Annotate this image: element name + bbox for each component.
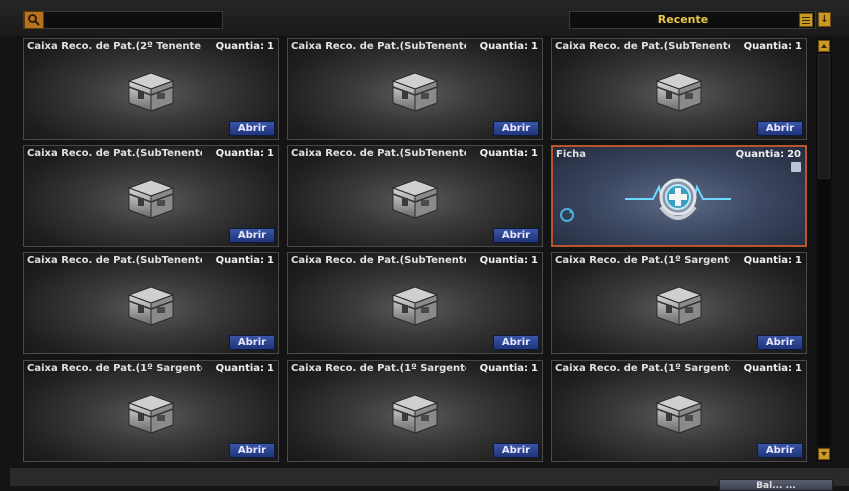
item-quantity: Quantia: 1 [216, 41, 274, 53]
item-name: Caixa Reco. de Pat.(1º Sargento [555, 363, 730, 374]
search-icon[interactable] [24, 11, 44, 29]
inventory-card[interactable]: Caixa Reco. de Pat.(1º Sargento Quantia: 1… [23, 360, 279, 462]
item-name: Caixa Reco. de Pat.(SubTenente [555, 41, 730, 52]
item-name: Caixa Reco. de Pat.(2º Tenente [27, 41, 202, 52]
quantity-label: Quantia: [743, 255, 793, 266]
quantity-label: Quantia: [479, 41, 529, 52]
open-button[interactable]: Abrir [493, 121, 539, 136]
inventory-card[interactable]: Caixa Reco. de Pat.(1º Sargento Quantia: 1… [287, 360, 543, 462]
inventory-card[interactable]: Caixa Reco. de Pat.(SubTenente Quantia: 1 A… [551, 38, 807, 140]
inventory-card[interactable]: Caixa Reco. de Pat.(SubTenente Quantia: 1 A… [23, 145, 279, 247]
chest-icon [123, 69, 179, 119]
quantity-value: 1 [267, 41, 274, 52]
open-button[interactable]: Abrir [757, 121, 803, 136]
sort-dropdown[interactable]: Recente [569, 11, 816, 29]
chest-icon [123, 283, 179, 333]
quantity-value: 1 [795, 255, 802, 266]
item-name: Caixa Reco. de Pat.(1º Sargento [27, 363, 202, 374]
chest-icon [651, 391, 707, 441]
item-name: Caixa Reco. de Pat.(SubTenente [27, 255, 202, 266]
quantity-value: 1 [267, 255, 274, 266]
inventory-card[interactable]: Caixa Reco. de Pat.(1º Sargento Quantia: 1… [551, 360, 807, 462]
item-name: Caixa Reco. de Pat.(SubTenente [291, 41, 466, 52]
quantity-label: Quantia: [215, 148, 265, 159]
quantity-value: 1 [531, 41, 538, 52]
chevron-up-icon [821, 44, 827, 48]
quantity-label: Quantia: [215, 363, 265, 374]
scrollbar[interactable] [816, 38, 832, 462]
item-name: Caixa Reco. de Pat.(1º Sargento [291, 363, 466, 374]
item-quantity: Quantia: 1 [744, 41, 802, 53]
item-name: Caixa Reco. de Pat.(SubTenente [27, 148, 202, 159]
item-name: Caixa Reco. de Pat.(SubTenente [291, 255, 466, 266]
scroll-up-button[interactable] [818, 40, 830, 52]
quantity-label: Quantia: [215, 255, 265, 266]
item-quantity: Quantia: 1 [744, 255, 802, 267]
inventory-card[interactable]: Caixa Reco. de Pat.(SubTenente Quantia: 1 A… [23, 252, 279, 354]
item-quantity: Quantia: 1 [216, 255, 274, 267]
item-quantity: Quantia: 1 [480, 148, 538, 160]
quantity-label: Quantia: [735, 149, 785, 160]
trash-icon[interactable] [791, 162, 801, 172]
quantity-value: 1 [531, 363, 538, 374]
open-button[interactable]: Abrir [493, 443, 539, 458]
inventory-card[interactable]: Caixa Reco. de Pat.(SubTenente Quantia: 1 A… [287, 252, 543, 354]
quantity-value: 1 [531, 148, 538, 159]
search-input[interactable] [46, 13, 220, 29]
open-button[interactable]: Abrir [229, 228, 275, 243]
item-name: Ficha [556, 149, 587, 160]
open-button[interactable]: Abrir [229, 443, 275, 458]
chevron-down-icon [821, 452, 827, 456]
chest-icon [387, 391, 443, 441]
open-button[interactable]: Abrir [229, 121, 275, 136]
bottom-button[interactable]: Bal... ... [719, 479, 833, 491]
scroll-thumb[interactable] [818, 54, 830, 179]
item-quantity: Quantia: 1 [480, 41, 538, 53]
chest-icon [387, 69, 443, 119]
quantity-value: 1 [795, 363, 802, 374]
quantity-label: Quantia: [743, 41, 793, 52]
item-name: Caixa Reco. de Pat.(SubTenente [291, 148, 466, 159]
inventory-card[interactable]: Caixa Reco. de Pat.(1º Sargento Quantia: 1… [551, 252, 807, 354]
open-button[interactable]: Abrir [493, 228, 539, 243]
quantity-label: Quantia: [479, 363, 529, 374]
quantity-label: Quantia: [743, 363, 793, 374]
chest-icon [123, 176, 179, 226]
chest-icon [651, 69, 707, 119]
item-quantity: Quantia: 1 [216, 363, 274, 375]
chest-icon [387, 176, 443, 226]
arrow-down-icon[interactable]: ↓ [818, 12, 831, 27]
quantity-value: 1 [795, 41, 802, 52]
inventory-card[interactable]: Caixa Reco. de Pat.(SubTenente Quantia: 1 A… [287, 38, 543, 140]
quantity-value: 20 [787, 149, 801, 160]
item-quantity: Quantia: 1 [744, 363, 802, 375]
quantity-value: 1 [267, 363, 274, 374]
list-icon[interactable] [799, 13, 813, 27]
refresh-icon[interactable] [559, 207, 575, 227]
chest-icon [651, 283, 707, 333]
chest-icon [123, 391, 179, 441]
inventory-card-ficha[interactable]: Ficha Quantia: 20 [551, 145, 807, 247]
quantity-label: Quantia: [479, 148, 529, 159]
sort-label: Recente [657, 13, 709, 26]
quantity-label: Quantia: [215, 41, 265, 52]
open-button[interactable]: Abrir [757, 443, 803, 458]
quantity-value: 1 [267, 148, 274, 159]
item-quantity: Quantia: 20 [736, 149, 801, 161]
quantity-label: Quantia: [479, 255, 529, 266]
search-box[interactable] [23, 11, 223, 29]
inventory-card[interactable]: Caixa Reco. de Pat.(SubTenente Quantia: 1 A… [287, 145, 543, 247]
inventory-card[interactable]: Caixa Reco. de Pat.(2º Tenente Quantia: 1 A… [23, 38, 279, 140]
item-name: Caixa Reco. de Pat.(1º Sargento [555, 255, 730, 266]
quantity-value: 1 [531, 255, 538, 266]
open-button[interactable]: Abrir [229, 335, 275, 350]
open-button[interactable]: Abrir [757, 335, 803, 350]
item-quantity: Quantia: 1 [480, 363, 538, 375]
open-button[interactable]: Abrir [493, 335, 539, 350]
item-quantity: Quantia: 1 [480, 255, 538, 267]
scroll-down-button[interactable] [818, 448, 830, 460]
item-quantity: Quantia: 1 [216, 148, 274, 160]
token-icon [623, 167, 733, 231]
chest-icon [387, 283, 443, 333]
